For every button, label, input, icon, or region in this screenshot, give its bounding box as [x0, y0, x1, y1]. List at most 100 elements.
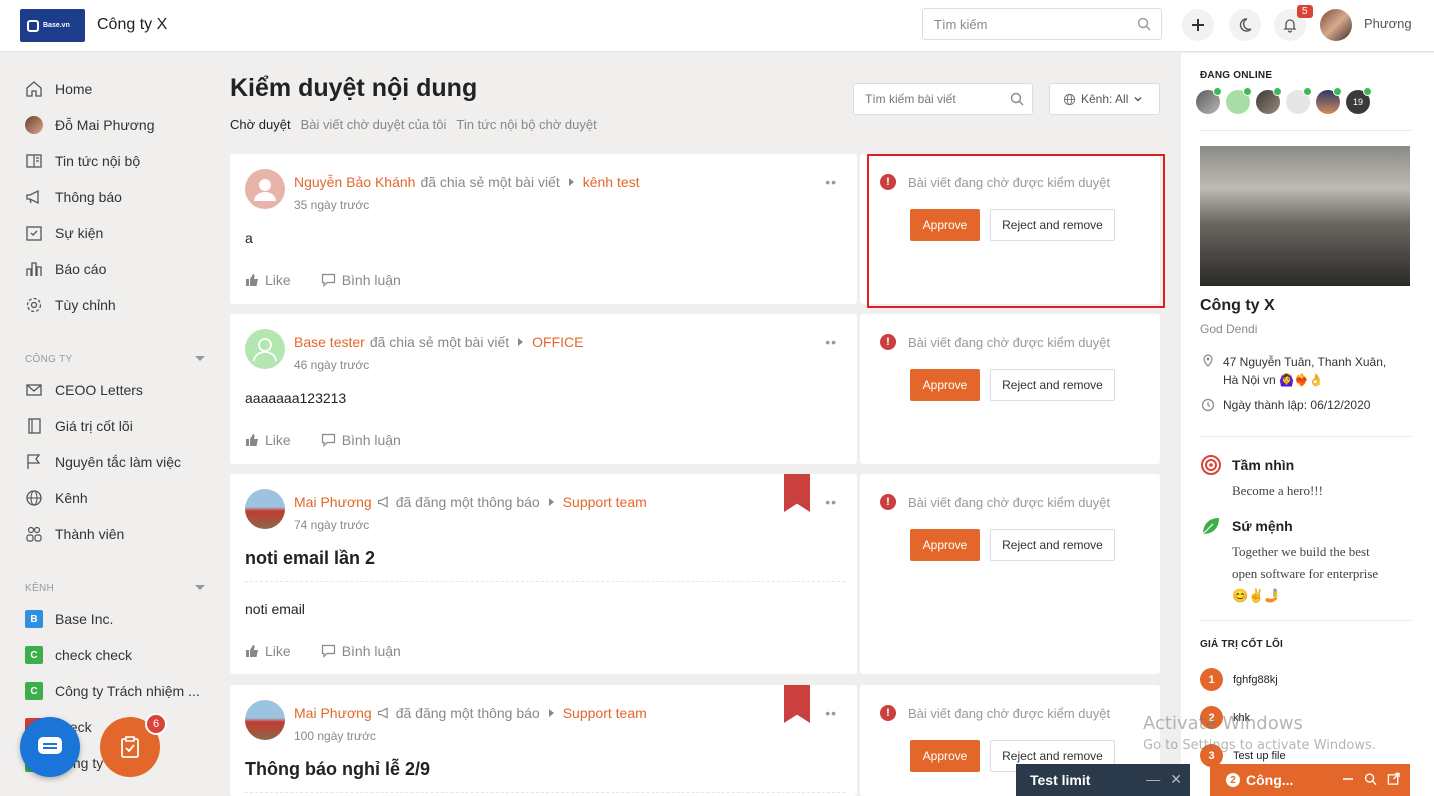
moon-icon: [1239, 18, 1252, 32]
nav-news[interactable]: Tin tức nội bộ: [25, 151, 140, 171]
channel-badge: C: [25, 646, 43, 664]
bookmark-icon[interactable]: [784, 685, 810, 723]
windows-activation-watermark: Activate Windows Go to Settings to activa…: [1143, 713, 1376, 753]
chat-window-test-limit[interactable]: Test limit — ✕: [1016, 764, 1190, 796]
alert-icon: !: [880, 494, 896, 510]
add-button[interactable]: [1182, 9, 1214, 41]
nav-announcements[interactable]: Thông báo: [25, 187, 122, 207]
post-channel[interactable]: Support team: [563, 705, 647, 721]
nav-settings[interactable]: Tùy chỉnh: [25, 295, 116, 315]
post-time: 100 ngày trước: [294, 729, 376, 743]
globe-icon: [25, 489, 43, 507]
nav-core-values[interactable]: Giá trị cốt lõi: [25, 416, 133, 436]
reject-button[interactable]: Reject and remove: [990, 369, 1115, 401]
avatar[interactable]: [245, 489, 285, 529]
caret-right-icon: [548, 709, 554, 717]
chevron-down-icon[interactable]: [195, 356, 205, 361]
approve-button[interactable]: Approve: [910, 529, 980, 561]
more-options-icon[interactable]: ••: [825, 705, 837, 721]
channel-filter-dropdown[interactable]: Kênh: All: [1049, 83, 1160, 115]
logo-hex-icon: [27, 19, 39, 32]
base-logo[interactable]: Base.vn: [20, 9, 85, 42]
post-channel[interactable]: OFFICE: [532, 334, 583, 350]
channel-item[interactable]: Ccheck check: [25, 645, 132, 665]
like-button[interactable]: Like: [245, 643, 291, 659]
post-channel[interactable]: kênh test: [583, 174, 640, 190]
minimize-icon[interactable]: [1342, 772, 1354, 786]
close-icon[interactable]: ✕: [1170, 771, 1182, 788]
post-channel[interactable]: Support team: [563, 494, 647, 510]
channel-item[interactable]: C Công ty Trách nhiệm ...: [25, 681, 200, 701]
more-options-icon[interactable]: ••: [825, 174, 837, 190]
caret-right-icon: [518, 338, 524, 346]
activate-line: Activate Windows: [1143, 713, 1303, 734]
avatar[interactable]: [245, 700, 285, 740]
dark-mode-button[interactable]: [1229, 9, 1261, 41]
channel-item[interactable]: B Base Inc.: [25, 609, 113, 629]
nav-events[interactable]: Sự kiện: [25, 223, 103, 243]
nav-channels[interactable]: Kênh: [25, 488, 88, 508]
more-options-icon[interactable]: ••: [825, 334, 837, 350]
chart-icon: [25, 260, 43, 278]
nav-members[interactable]: Thành viên: [25, 524, 124, 544]
like-button[interactable]: Like: [245, 432, 291, 448]
address-line: Hà Nội vn 🙆‍♀️❤️‍🔥👌: [1223, 373, 1324, 387]
post-verb: đã chia sẻ một bài viết: [420, 174, 560, 190]
post-time: 74 ngày trước: [294, 518, 370, 532]
post-author[interactable]: Base tester: [294, 334, 365, 350]
post-header: Mai Phương đã đăng một thông báo Support t…: [294, 494, 647, 510]
bookmark-icon[interactable]: [784, 474, 810, 512]
comment-button[interactable]: Bình luận: [321, 272, 401, 288]
post-search-input[interactable]: Tìm kiếm bài viết: [853, 83, 1033, 115]
pending-text: Bài viết đang chờ được kiểm duyệt: [908, 494, 1111, 510]
nav-reports[interactable]: Báo cáo: [25, 259, 106, 279]
nav-home[interactable]: Home: [25, 79, 92, 99]
value-number: 1: [1200, 668, 1223, 691]
tab-my-pending[interactable]: Bài viết chờ duyệt của tôi: [301, 117, 447, 132]
divider: [1200, 130, 1411, 131]
nav-ceoo-letters[interactable]: CEOO Letters: [25, 380, 143, 400]
core-value-item[interactable]: 1 fghfg88kj: [1200, 668, 1278, 691]
mission-line: Together we build the best: [1232, 544, 1370, 559]
mail-icon: [25, 381, 43, 399]
more-options-icon[interactable]: ••: [825, 494, 837, 510]
global-search-input[interactable]: Tìm kiếm: [922, 8, 1162, 40]
like-button[interactable]: Like: [245, 272, 291, 288]
chat-window-cong[interactable]: 2 Công...: [1210, 764, 1410, 796]
post-actions: Like Bình luận: [245, 432, 401, 448]
post-verb: đã chia sẻ một bài viết: [369, 334, 510, 350]
reject-button[interactable]: Reject and remove: [990, 529, 1115, 561]
avatar[interactable]: [245, 169, 285, 209]
user-avatar[interactable]: [1320, 9, 1352, 41]
nav-profile[interactable]: Đỗ Mai Phương: [25, 115, 154, 135]
comment-label: Bình luận: [341, 272, 401, 288]
comment-button[interactable]: Bình luận: [321, 432, 401, 448]
post-author[interactable]: Mai Phương: [294, 494, 372, 510]
like-label: Like: [265, 272, 291, 288]
nav-working-principles[interactable]: Nguyên tắc làm việc: [25, 452, 181, 472]
post-author[interactable]: Mai Phương: [294, 705, 372, 721]
chevron-down-icon[interactable]: [195, 585, 205, 590]
search-icon[interactable]: [1364, 772, 1377, 786]
chat-button[interactable]: [20, 717, 80, 777]
comment-label: Bình luận: [341, 432, 401, 448]
avatar[interactable]: [245, 329, 285, 369]
post-author[interactable]: Nguyễn Bảo Khánh: [294, 174, 415, 190]
comment-button[interactable]: Bình luận: [321, 643, 401, 659]
tab-pending[interactable]: Chờ duyệt: [230, 117, 291, 132]
company-name[interactable]: Công ty X: [97, 16, 167, 34]
leaf-icon: [1202, 518, 1219, 535]
news-icon: [25, 152, 43, 170]
values-title: GIÁ TRỊ CỐT LÕI: [1200, 639, 1283, 650]
online-dot: [1243, 87, 1252, 96]
minimize-icon[interactable]: —: [1146, 771, 1160, 788]
location-icon: [1203, 354, 1213, 367]
approve-button[interactable]: Approve: [910, 740, 980, 772]
caret-right-icon: [548, 498, 554, 506]
tab-internal-news-pending[interactable]: Tin tức nội bộ chờ duyệt: [456, 117, 596, 132]
expand-icon[interactable]: [1387, 772, 1400, 786]
pending-text: Bài viết đang chờ được kiểm duyệt: [908, 705, 1111, 721]
search-icon: [1010, 92, 1024, 106]
approve-button[interactable]: Approve: [910, 369, 980, 401]
user-name[interactable]: Phương: [1364, 16, 1412, 31]
